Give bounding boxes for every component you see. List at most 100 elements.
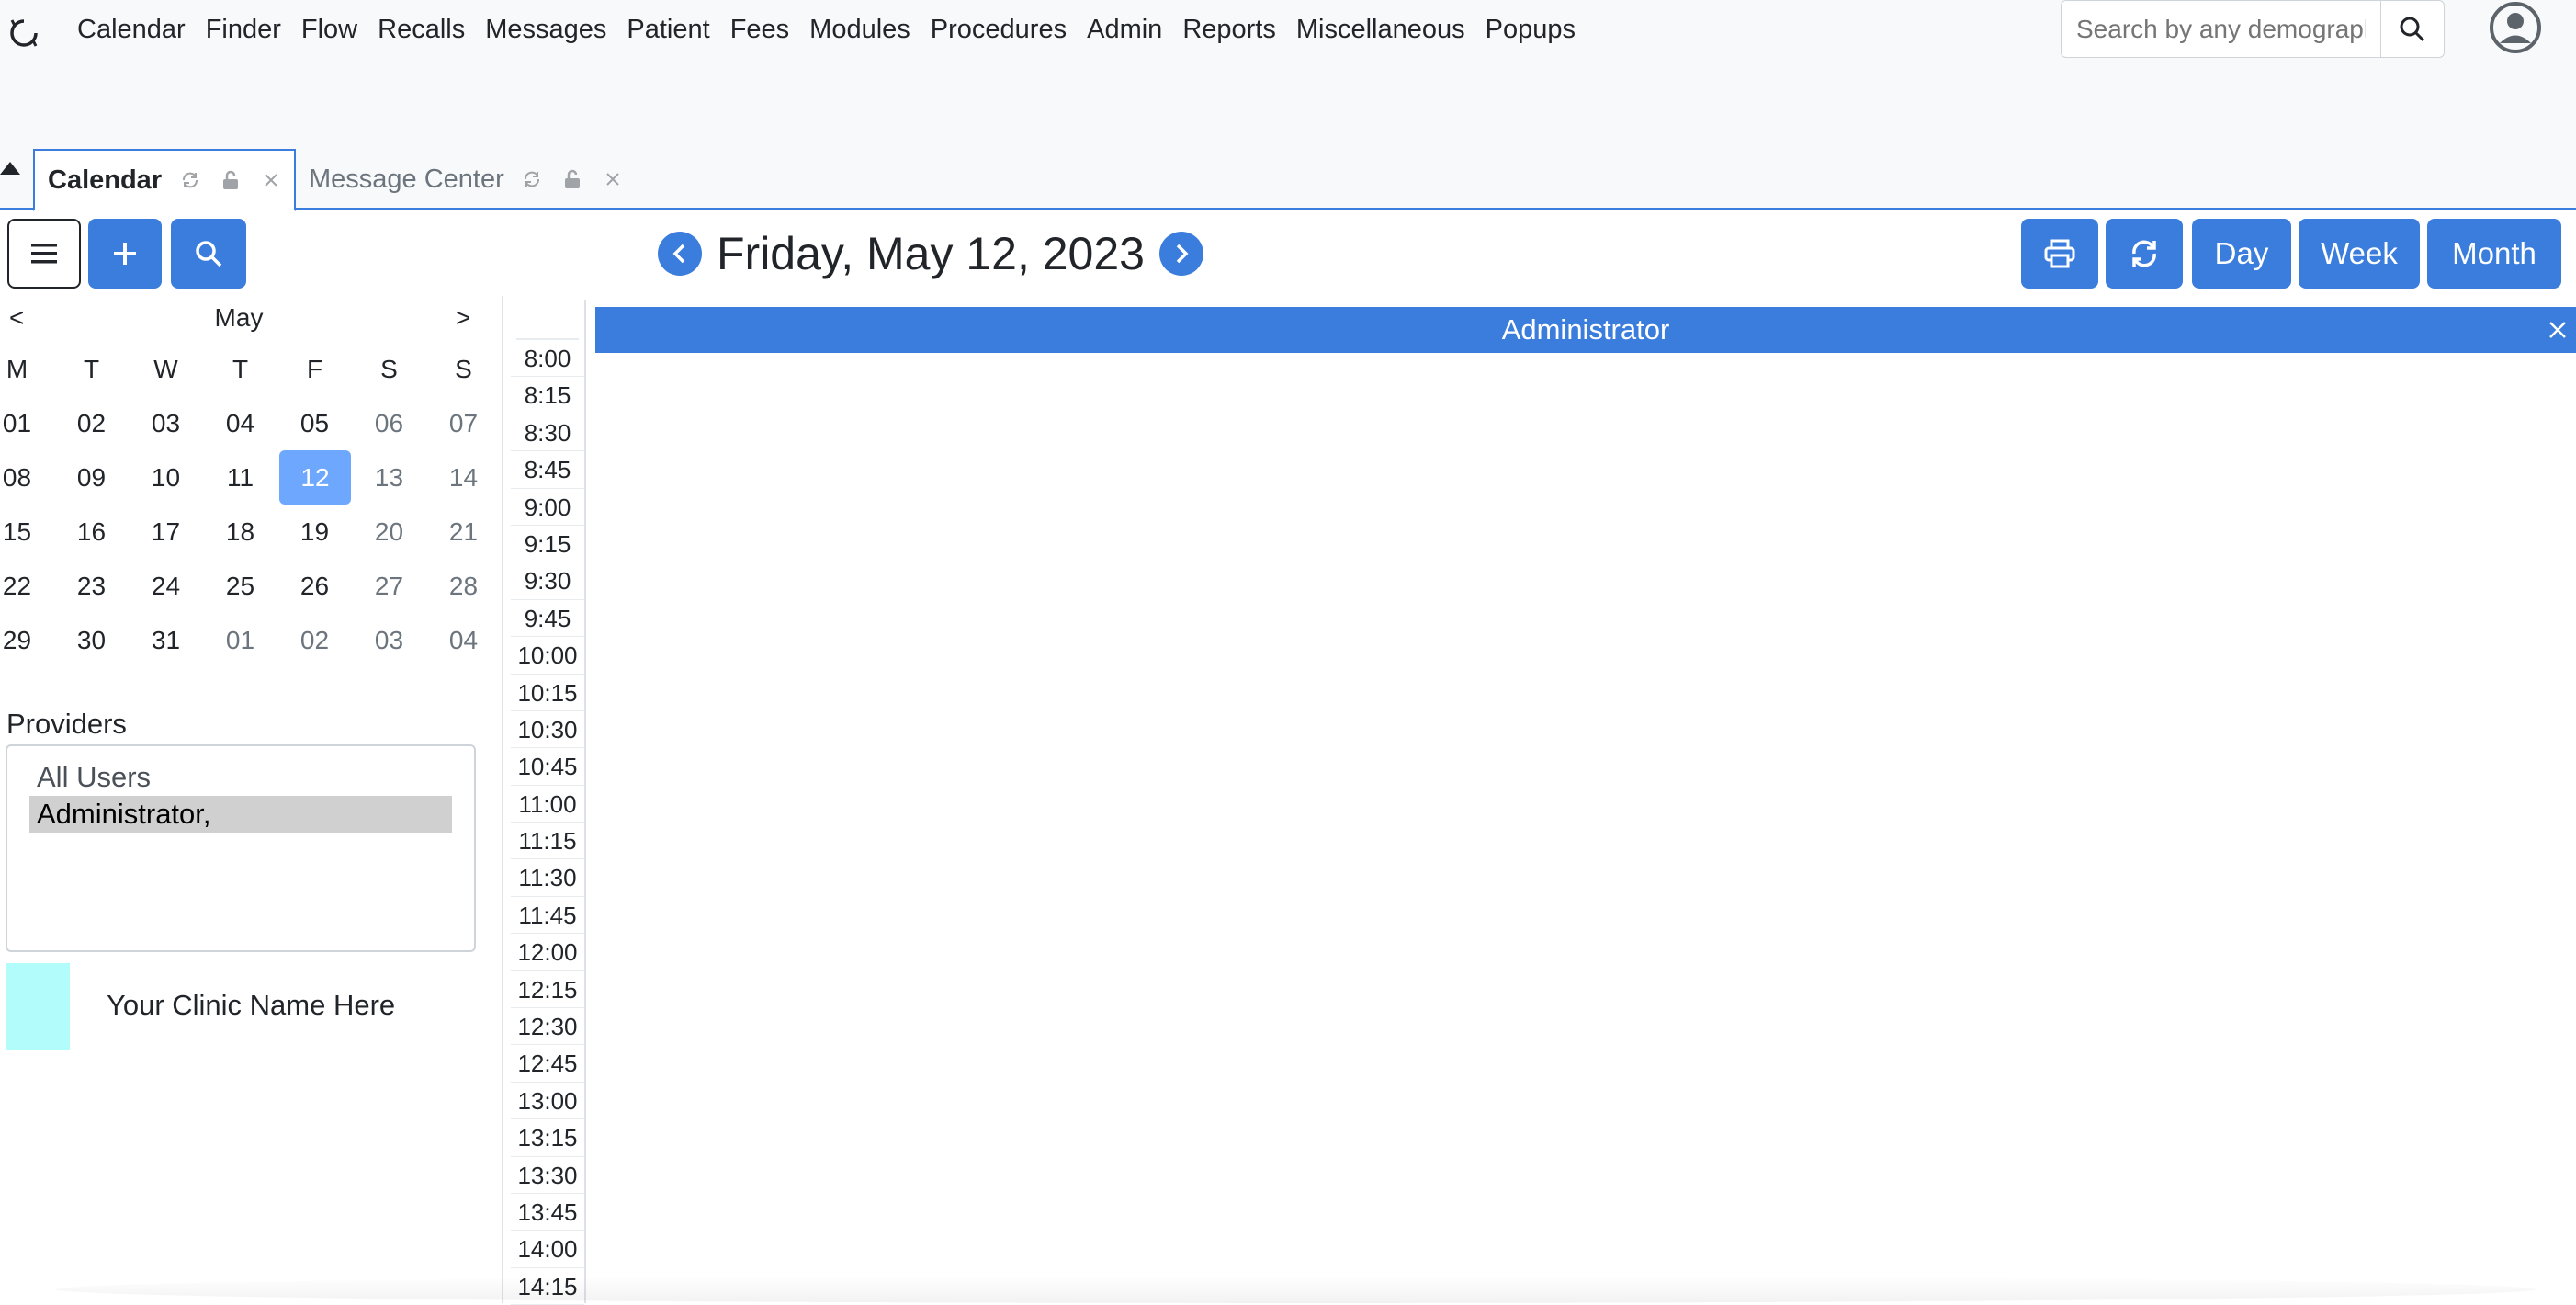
time-slot-label[interactable]: 11:45 [511,897,584,935]
month-view-button[interactable]: Month [2427,219,2561,289]
collapse-caret-icon[interactable] [0,162,20,175]
calendar-day[interactable]: 19 [277,505,352,559]
calendar-day[interactable]: 02 [54,396,129,450]
time-slot-label[interactable]: 10:00 [511,637,584,675]
calendar-day[interactable]: 10 [129,450,203,505]
calendar-day[interactable]: 31 [129,613,203,667]
calendar-day[interactable]: 01 [0,396,54,450]
time-slot-label[interactable]: 12:30 [511,1008,584,1046]
time-slot-label[interactable]: 10:15 [511,675,584,711]
calendar-day[interactable]: 01 [203,613,277,667]
time-slot-label[interactable]: 13:45 [511,1194,584,1231]
menu-item-messages[interactable]: Messages [475,13,616,46]
calendar-day[interactable]: 28 [426,559,501,613]
menu-item-admin[interactable]: Admin [1077,13,1172,46]
menu-item-flow[interactable]: Flow [291,13,367,46]
menu-item-fees[interactable]: Fees [720,13,799,46]
time-slot-label[interactable]: 11:00 [511,786,584,823]
time-slot-label[interactable]: 14:00 [511,1231,584,1268]
menu-item-miscellaneous[interactable]: Miscellaneous [1286,13,1475,46]
calendar-day[interactable]: 14 [426,450,501,505]
time-slot-label[interactable]: 9:30 [511,562,584,600]
time-slot-label[interactable]: 11:15 [511,823,584,860]
time-slot-label[interactable]: 8:15 [511,377,584,414]
user-avatar-icon[interactable] [2488,0,2543,55]
time-slot-label[interactable]: 9:45 [511,600,584,638]
menu-item-patient[interactable]: Patient [616,13,719,46]
time-slot-label[interactable]: 12:00 [511,934,584,971]
calendar-day[interactable]: 18 [203,505,277,559]
calendar-day[interactable]: 09 [54,450,129,505]
provider-option-all-users[interactable]: All Users [29,759,452,796]
close-icon[interactable] [261,170,281,190]
providers-select[interactable]: All Users Administrator, [6,744,476,952]
time-slot-label[interactable]: 13:30 [511,1157,584,1194]
calendar-day[interactable]: 04 [426,613,501,667]
add-appointment-button[interactable] [88,219,162,289]
calendar-day[interactable]: 17 [129,505,203,559]
time-slot-label[interactable]: 8:00 [511,340,584,378]
search-appointments-button[interactable] [171,219,246,289]
time-slot-label[interactable]: 11:30 [511,859,584,897]
next-month-button[interactable]: > [456,303,470,333]
time-slot-label[interactable]: 12:15 [511,971,584,1009]
previous-day-button[interactable] [658,232,702,276]
calendar-day[interactable]: 05 [277,396,352,450]
calendar-day[interactable]: 06 [352,396,426,450]
calendar-day[interactable]: 25 [203,559,277,613]
calendar-day[interactable]: 03 [129,396,203,450]
time-slot-label[interactable]: 10:45 [511,748,584,786]
menu-item-reports[interactable]: Reports [1172,13,1286,46]
time-slot-label[interactable]: 9:15 [511,526,584,563]
next-day-button[interactable] [1158,232,1203,276]
menu-item-popups[interactable]: Popups [1475,13,1586,46]
calendar-day[interactable]: 22 [0,559,54,613]
time-slot-label[interactable]: 12:45 [511,1045,584,1083]
calendar-day[interactable]: 20 [352,505,426,559]
day-view-button[interactable]: Day [2192,219,2291,289]
time-slot-label[interactable]: 8:45 [511,451,584,489]
calendar-day[interactable]: 24 [129,559,203,613]
menu-item-recalls[interactable]: Recalls [367,13,475,46]
tab-message-center[interactable]: Message Center [296,149,636,210]
previous-month-button[interactable]: < [9,303,24,333]
app-logo-icon[interactable] [7,17,40,50]
calendar-day[interactable]: 23 [54,559,129,613]
time-slot-label[interactable]: 8:30 [511,414,584,452]
lock-icon[interactable] [220,170,241,190]
provider-option-administrator[interactable]: Administrator, [29,796,452,833]
time-slot-label[interactable]: 13:15 [511,1119,584,1157]
print-button[interactable] [2021,219,2098,289]
close-provider-column-button[interactable] [2539,307,2576,353]
refresh-icon[interactable] [180,170,200,190]
calendar-day[interactable]: 12 [279,450,351,505]
time-slot-label[interactable]: 13:00 [511,1083,584,1120]
calendar-day[interactable]: 21 [426,505,501,559]
menu-item-finder[interactable]: Finder [196,13,291,46]
calendar-day[interactable]: 16 [54,505,129,559]
menu-item-procedures[interactable]: Procedures [921,13,1077,46]
calendar-day[interactable]: 03 [352,613,426,667]
refresh-button[interactable] [2106,219,2183,289]
calendar-day[interactable]: 07 [426,396,501,450]
menu-item-calendar[interactable]: Calendar [77,13,196,46]
time-slot-label[interactable]: 10:30 [511,711,584,749]
patient-search-input[interactable] [2061,0,2380,58]
refresh-icon[interactable] [522,169,542,189]
calendar-day[interactable]: 02 [277,613,352,667]
lock-icon[interactable] [562,169,582,189]
calendar-day[interactable]: 29 [0,613,54,667]
calendar-day[interactable]: 26 [277,559,352,613]
calendar-day[interactable]: 04 [203,396,277,450]
week-view-button[interactable]: Week [2299,219,2420,289]
calendar-day[interactable]: 08 [0,450,54,505]
patient-search-button[interactable] [2380,0,2445,58]
calendar-day[interactable]: 13 [352,450,426,505]
calendar-day[interactable]: 30 [54,613,129,667]
menu-toggle-button[interactable] [7,219,81,289]
calendar-day[interactable]: 27 [352,559,426,613]
menu-item-modules[interactable]: Modules [799,13,921,46]
time-slot-label[interactable]: 9:00 [511,489,584,526]
calendar-day[interactable]: 15 [0,505,54,559]
close-icon[interactable] [603,169,623,189]
